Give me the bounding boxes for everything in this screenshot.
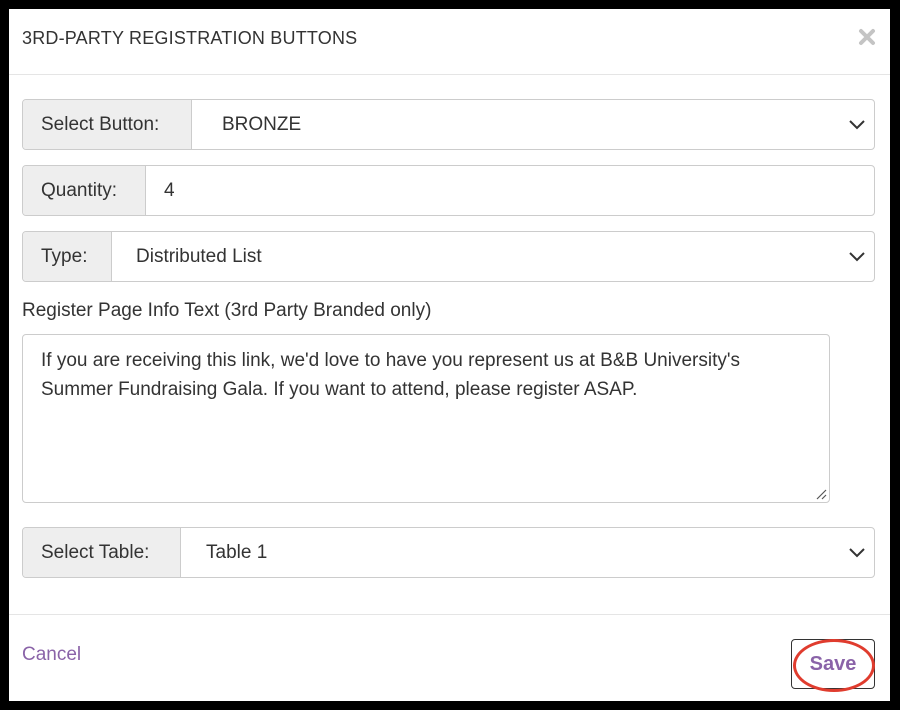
info-text-label: Register Page Info Text (3rd Party Brand… bbox=[22, 300, 432, 321]
select-table-group: Select Table: Table 1 bbox=[22, 527, 875, 578]
select-button-dropdown[interactable]: BRONZE bbox=[192, 100, 874, 149]
modal-title: 3RD-PARTY REGISTRATION BUTTONS bbox=[22, 28, 358, 48]
type-label: Type: bbox=[23, 232, 112, 281]
type-value: Distributed List bbox=[136, 245, 262, 267]
close-icon bbox=[859, 29, 875, 45]
select-button-group: Select Button: BRONZE bbox=[22, 99, 875, 150]
quantity-label: Quantity: bbox=[23, 166, 146, 215]
info-text-value: If you are receiving this link, we'd lov… bbox=[41, 350, 740, 400]
select-table-label: Select Table: bbox=[23, 528, 181, 577]
footer-divider bbox=[9, 614, 890, 615]
chevron-down-icon bbox=[849, 120, 865, 130]
quantity-input[interactable]: 4 bbox=[146, 166, 874, 215]
select-button-value: BRONZE bbox=[222, 113, 302, 135]
resize-handle-icon[interactable] bbox=[813, 486, 827, 500]
type-group: Type: Distributed List bbox=[22, 231, 875, 282]
registration-modal: 3RD-PARTY REGISTRATION BUTTONS Select Bu… bbox=[9, 9, 890, 701]
save-button[interactable]: Save bbox=[791, 639, 875, 689]
quantity-group: Quantity: 4 bbox=[22, 165, 875, 216]
info-text-textarea[interactable]: If you are receiving this link, we'd lov… bbox=[22, 334, 830, 503]
type-dropdown[interactable]: Distributed List bbox=[112, 232, 874, 281]
chevron-down-icon bbox=[849, 252, 865, 262]
close-button[interactable] bbox=[856, 26, 878, 48]
chevron-down-icon bbox=[849, 548, 865, 558]
quantity-value: 4 bbox=[164, 179, 175, 201]
select-table-dropdown[interactable]: Table 1 bbox=[181, 528, 874, 577]
modal-header: 3RD-PARTY REGISTRATION BUTTONS bbox=[9, 9, 890, 75]
cancel-link[interactable]: Cancel bbox=[22, 644, 81, 666]
select-table-value: Table 1 bbox=[206, 541, 268, 563]
select-button-label: Select Button: bbox=[23, 100, 192, 149]
